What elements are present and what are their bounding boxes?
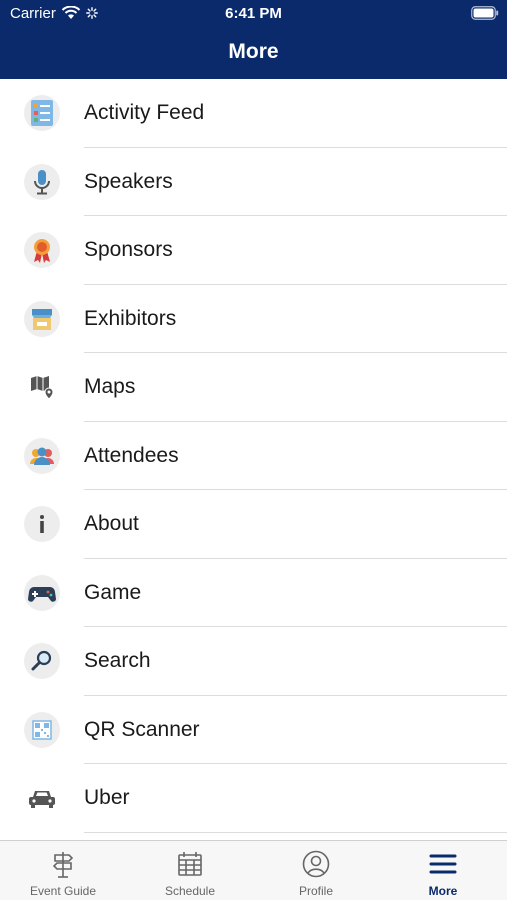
- magnifier-icon: [24, 643, 60, 679]
- tab-schedule[interactable]: Schedule: [127, 841, 253, 900]
- menu-item-activity-feed[interactable]: Activity Feed: [0, 79, 507, 148]
- people-icon: [24, 437, 60, 474]
- menu-item-qr-scanner[interactable]: QR Scanner: [0, 696, 507, 764]
- menu-item-label: Game: [84, 580, 142, 604]
- booth-icon: [24, 300, 60, 337]
- menu-item-label: Speakers: [84, 169, 173, 193]
- menu-item-exhibitors[interactable]: Exhibitors: [0, 285, 507, 353]
- more-menu-list: Activity Feed Speakers Sponsors Exhibito…: [0, 79, 507, 840]
- tab-profile[interactable]: Profile: [253, 841, 379, 900]
- menu-item-label: Sponsors: [84, 238, 173, 261]
- activity-feed-icon: [24, 95, 60, 131]
- menu-item-label: Exhibitors: [84, 306, 177, 330]
- tab-label: Schedule: [164, 884, 216, 898]
- map-icon: [24, 369, 60, 405]
- tab-label: Profile: [298, 884, 333, 898]
- tab-event-guide[interactable]: Event Guide: [0, 841, 126, 900]
- tab-more[interactable]: More: [380, 841, 506, 900]
- battery-icon: [471, 6, 499, 20]
- hamburger-icon: [429, 854, 457, 874]
- menu-item-sponsors[interactable]: Sponsors: [0, 216, 507, 285]
- status-time: 6:41 PM: [225, 5, 282, 22]
- tab-label: More: [428, 884, 458, 898]
- menu-item-label: Maps: [84, 375, 136, 398]
- menu-item-label: Uber: [84, 786, 130, 809]
- microphone-icon: [24, 163, 60, 200]
- car-icon: [24, 780, 60, 816]
- info-icon: [24, 506, 60, 542]
- menu-item-game[interactable]: Game: [0, 559, 507, 627]
- tab-bar: Event Guide Schedule Profile More: [0, 840, 507, 900]
- gamepad-icon: [24, 574, 60, 611]
- signpost-icon: [52, 852, 74, 878]
- menu-item-label: QR Scanner: [84, 717, 200, 741]
- calendar-icon: [178, 852, 202, 876]
- award-ribbon-icon: [24, 232, 60, 268]
- menu-item-label: Attendees: [84, 443, 179, 467]
- menu-item-maps[interactable]: Maps: [0, 353, 507, 422]
- menu-item-label: Search: [84, 649, 151, 672]
- header: Carrier 6:41 PM More: [0, 0, 507, 79]
- menu-item-label: Activity Feed: [84, 101, 205, 124]
- menu-item-speakers[interactable]: Speakers: [0, 148, 507, 216]
- tab-label: Event Guide: [29, 884, 97, 898]
- status-bar: Carrier 6:41 PM: [0, 0, 507, 28]
- divider: [84, 831, 507, 833]
- menu-item-attendees[interactable]: Attendees: [0, 422, 507, 490]
- menu-item-about[interactable]: About: [0, 490, 507, 559]
- menu-item-uber[interactable]: Uber: [0, 764, 507, 833]
- menu-item-search[interactable]: Search: [0, 627, 507, 696]
- menu-item-label: About: [84, 512, 139, 535]
- user-circle-icon: [302, 850, 330, 878]
- page-title: More: [228, 40, 279, 63]
- qr-code-icon: [24, 711, 60, 748]
